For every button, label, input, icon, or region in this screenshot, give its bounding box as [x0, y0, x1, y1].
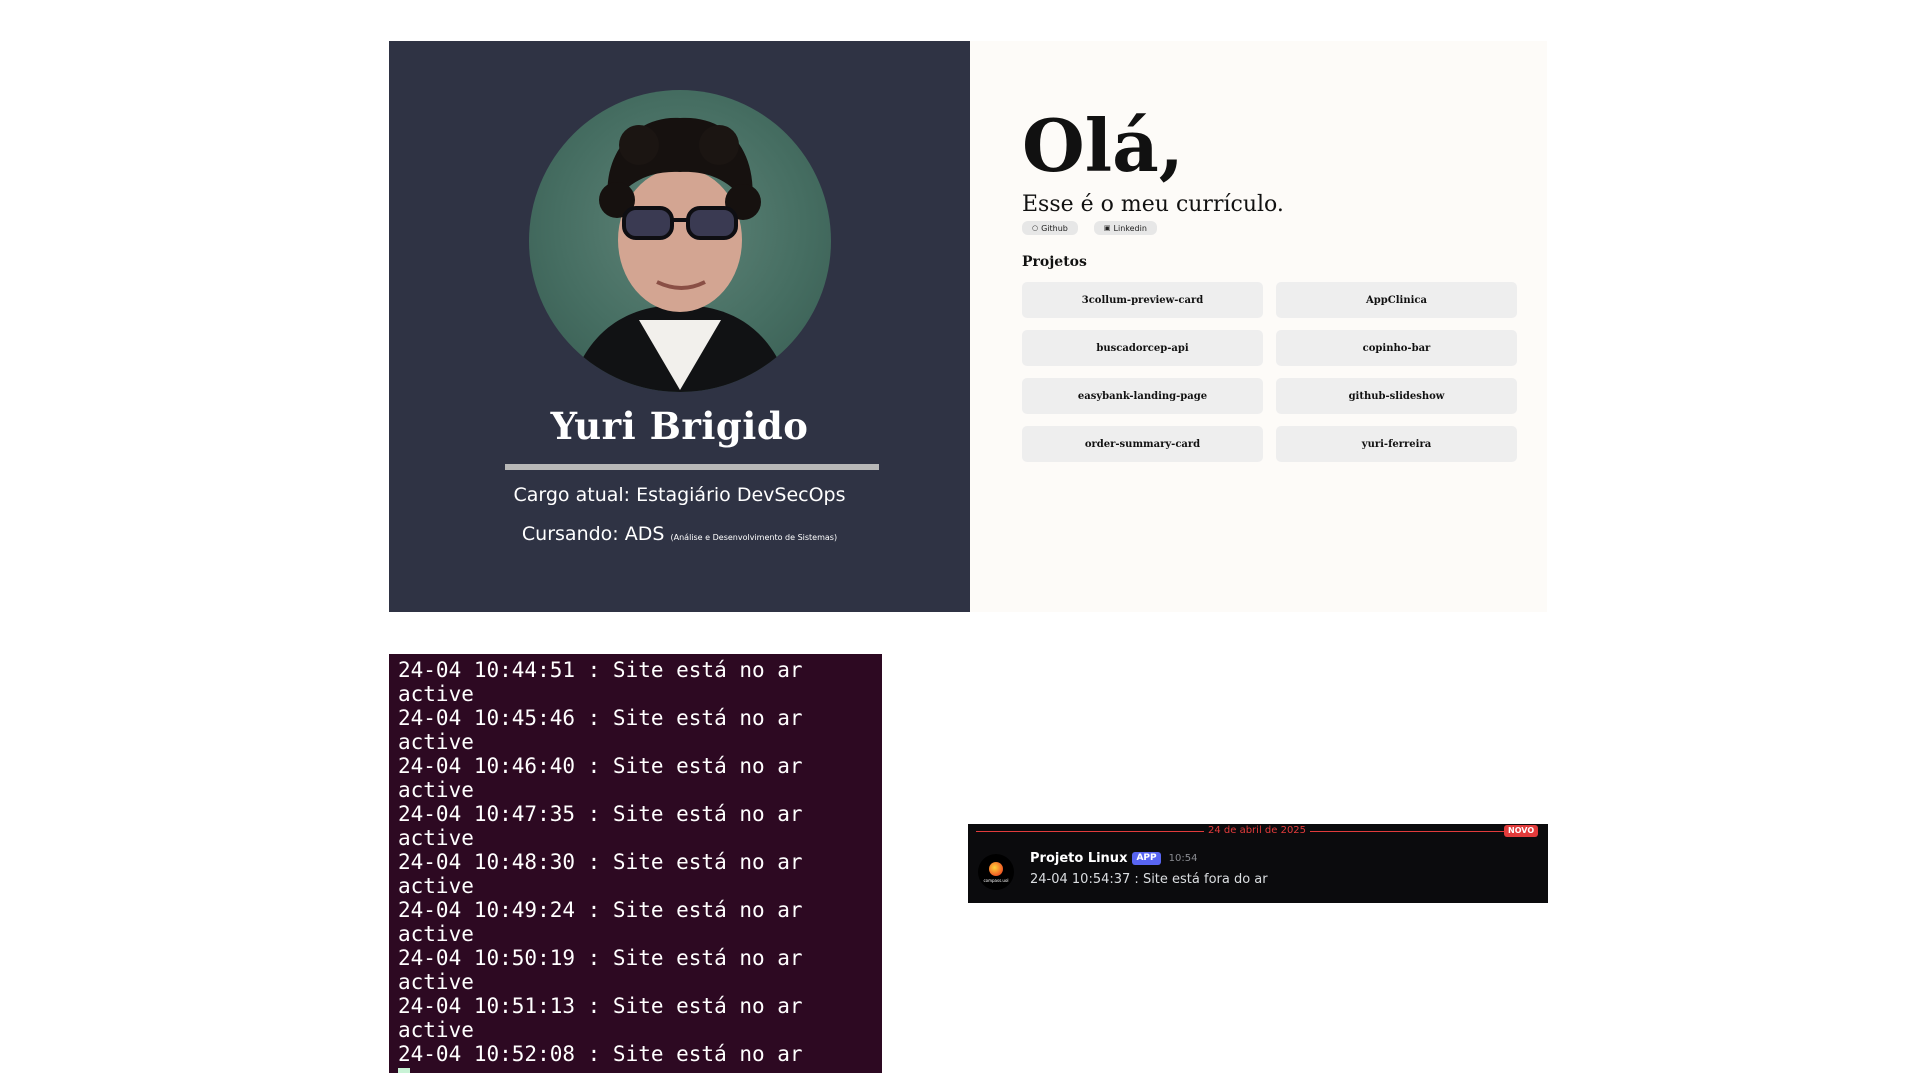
terminal-line: 24-04 10:51:13 : Site está no ar: [398, 994, 803, 1018]
project-button[interactable]: 3collum-preview-card: [1022, 282, 1263, 318]
avatar: [529, 90, 831, 392]
terminal-line: active: [398, 970, 474, 994]
projects-heading: Projetos: [1022, 254, 1087, 270]
course-info: Cursando: ADS (Análise e Desenvolvimento…: [389, 523, 970, 545]
project-button[interactable]: AppClinica: [1276, 282, 1517, 318]
social-links: ○ Github ▣ Linkedin: [1022, 221, 1157, 235]
terminal-line: active: [398, 682, 474, 706]
course-name: ADS: [624, 523, 665, 545]
terminal-line: 24-04 10:48:30 : Site está no ar: [398, 850, 803, 874]
project-button[interactable]: order-summary-card: [1022, 426, 1263, 462]
project-button[interactable]: copinho-bar: [1276, 330, 1517, 366]
terminal-line: 24-04 10:52:08 : Site está no ar: [398, 1042, 803, 1066]
chat-notification: 24 de abril de 2025 NOVO compass.uol Pro…: [968, 824, 1548, 903]
terminal-line: active: [398, 874, 474, 898]
avatar-portrait: [569, 117, 791, 392]
terminal-line: active: [398, 730, 474, 754]
message-content: 24-04 10:54:37 : Site está fora do ar: [1030, 872, 1268, 887]
terminal-line: active: [398, 826, 474, 850]
terminal-line: 24-04 10:45:46 : Site está no ar: [398, 706, 803, 730]
compass-logo-icon: [989, 861, 1003, 876]
profile-panel: Yuri Brigido Cargo atual: Estagiário Dev…: [389, 41, 970, 612]
linkedin-icon: ▣: [1103, 224, 1111, 232]
new-badge: NOVO: [1504, 825, 1539, 837]
app-badge: APP: [1132, 852, 1161, 865]
date-label: 24 de abril de 2025: [1204, 825, 1311, 836]
name-divider: [505, 464, 879, 470]
message-header: Projeto Linux APP 10:54: [1030, 851, 1197, 866]
project-button[interactable]: github-slideshow: [1276, 378, 1517, 414]
author-name[interactable]: Projeto Linux: [1030, 851, 1127, 866]
github-icon: ○: [1032, 224, 1039, 232]
terminal-cursor: [398, 1068, 410, 1073]
project-button[interactable]: yuri-ferreira: [1276, 426, 1517, 462]
terminal-line: active: [398, 1018, 474, 1042]
terminal-line: 24-04 10:50:19 : Site está no ar: [398, 946, 803, 970]
bot-avatar[interactable]: compass.uol: [978, 854, 1014, 890]
terminal-line: 24-04 10:46:40 : Site está no ar: [398, 754, 803, 778]
terminal-window[interactable]: 24-04 10:44:51 : Site está no ar active …: [389, 654, 882, 1073]
terminal-line: 24-04 10:49:24 : Site está no ar: [398, 898, 803, 922]
project-button[interactable]: easybank-landing-page: [1022, 378, 1263, 414]
terminal-line: active: [398, 922, 474, 946]
avatar-brand: compass.uol: [983, 877, 1009, 883]
project-button[interactable]: buscadorcep-api: [1022, 330, 1263, 366]
intro-subtitle: Esse é o meu currículo.: [1022, 192, 1284, 217]
profile-name: Yuri Brigido: [550, 404, 809, 448]
github-label: Github: [1041, 223, 1068, 233]
course-prefix: Cursando:: [521, 523, 625, 545]
projects-grid: 3collum-preview-card AppClinica buscador…: [1022, 282, 1517, 462]
github-link[interactable]: ○ Github: [1022, 221, 1078, 235]
linkedin-label: Linkedin: [1113, 223, 1147, 233]
intro-panel: Olá, Esse é o meu currículo. ○ Github ▣ …: [970, 41, 1547, 612]
linkedin-link[interactable]: ▣ Linkedin: [1093, 221, 1157, 235]
terminal-line: 24-04 10:47:35 : Site está no ar: [398, 802, 803, 826]
terminal-line: 24-04 10:44:51 : Site está no ar: [398, 658, 803, 682]
greeting-heading: Olá,: [1022, 103, 1184, 188]
resume-page: Yuri Brigido Cargo atual: Estagiário Dev…: [389, 41, 1547, 612]
terminal-line: active: [398, 778, 474, 802]
current-role: Cargo atual: Estagiário DevSecOps: [513, 484, 846, 506]
message-time: 10:54: [1168, 853, 1198, 864]
course-detail: (Análise e Desenvolvimento de Sistemas): [670, 533, 838, 542]
